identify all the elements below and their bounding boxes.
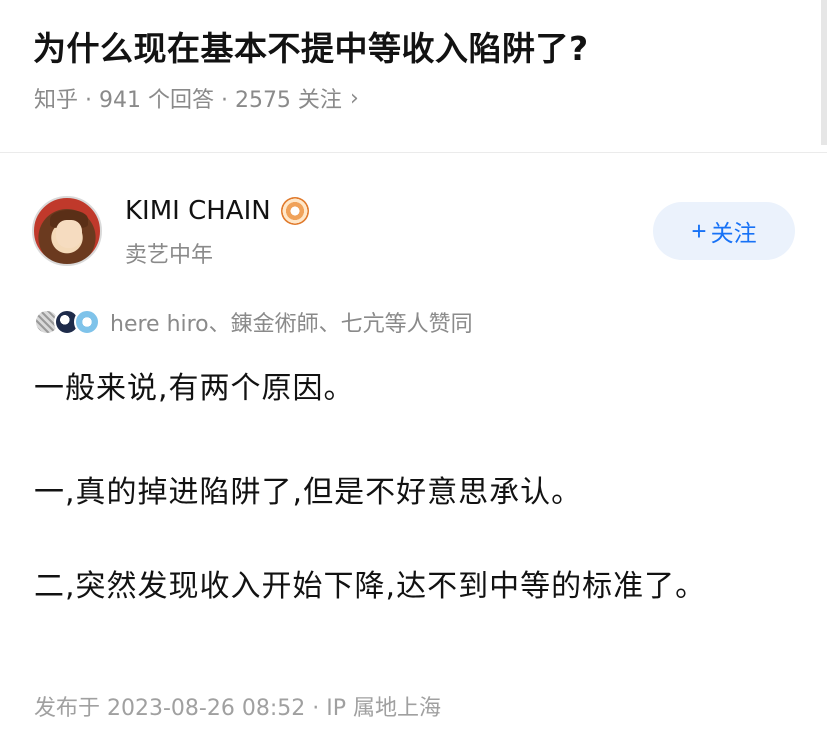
author-name[interactable]: KIMI CHAIN	[125, 196, 271, 226]
plus-icon: +	[691, 215, 707, 246]
post-time: 发布于 2023-08-26 08:52 · IP 属地上海	[34, 696, 441, 721]
author-headline: 卖艺中年	[125, 243, 214, 268]
upvoters-row[interactable]: here hiro、錬金術師、七亢等人赞同	[34, 306, 473, 338]
follow-button-label: 关注	[710, 220, 757, 246]
eye-badge-icon	[280, 197, 309, 225]
answer-paragraph: 一,真的掉进陷阱了,但是不好意思承认。	[34, 475, 583, 510]
question-meta[interactable]: 知乎 · 941 个回答 · 2575 关注 ›	[34, 82, 359, 114]
question-meta-text: 知乎 · 941 个回答 · 2575 关注	[34, 88, 342, 113]
answer-paragraph: 一般来说,有两个原因。	[34, 371, 355, 406]
avatar-face-shape	[56, 220, 82, 248]
upvoters-text: here hiro、錬金術師、七亢等人赞同	[110, 312, 473, 337]
question-title[interactable]: 为什么现在基本不提中等收入陷阱了?	[33, 22, 589, 70]
divider	[0, 152, 827, 153]
follow-button[interactable]: + 关注	[653, 202, 795, 260]
answer-page: 为什么现在基本不提中等收入陷阱了? 知乎 · 941 个回答 · 2575 关注…	[0, 0, 827, 742]
scrollbar[interactable]	[821, 0, 827, 145]
author-avatar[interactable]	[32, 196, 102, 266]
answer-paragraph: 二,突然发现收入开始下降,达不到中等的标准了。	[34, 569, 707, 604]
voter-avatar	[74, 309, 100, 335]
author-name-row[interactable]: KIMI CHAIN	[125, 196, 309, 226]
chevron-right-icon: ›	[349, 85, 359, 111]
